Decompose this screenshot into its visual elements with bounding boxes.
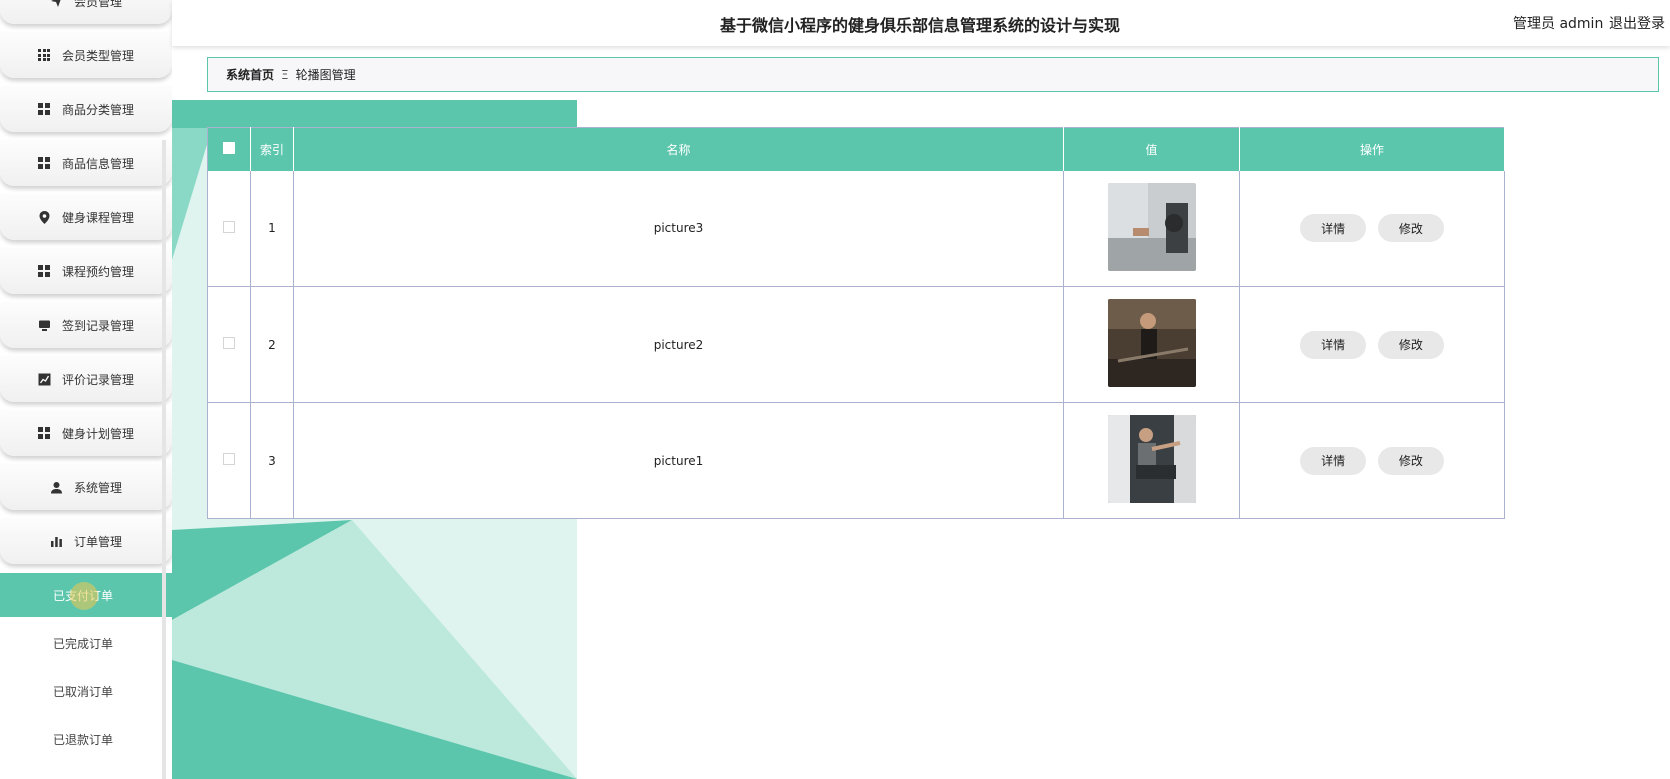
row-checkbox[interactable] <box>223 337 235 349</box>
sidebar-item-label: 健身课程管理 <box>61 210 134 225</box>
row-check-cell <box>207 402 251 519</box>
sidebar-item-label: 健身计划管理 <box>61 426 134 441</box>
grid-icon <box>38 49 51 62</box>
sidebar-item-label: 会员类型管理 <box>61 48 134 63</box>
sidebar-item-checkin[interactable]: 签到记录管理 <box>0 302 172 348</box>
map-pin-icon <box>38 210 51 224</box>
select-all-cell <box>207 127 251 171</box>
logout-link[interactable]: 退出登录 <box>1609 13 1665 33</box>
grid-icon <box>38 427 51 440</box>
column-header-actions: 操作 <box>1239 127 1505 171</box>
row-value-cell <box>1063 286 1240 403</box>
sidebar-item-review[interactable]: 评价记录管理 <box>0 356 172 402</box>
current-user: 管理员 admin <box>1513 16 1604 32</box>
row-name: picture3 <box>293 170 1064 287</box>
paper-plane-icon <box>50 0 63 8</box>
bar-chart-icon <box>50 535 63 548</box>
sidebar-item-system[interactable]: 系统管理 <box>0 464 172 510</box>
row-actions: 详情 修改 <box>1239 402 1505 519</box>
sidebar-item-label: 会员管理 <box>73 0 122 9</box>
edit-button[interactable]: 修改 <box>1377 330 1444 359</box>
cursor-highlight <box>70 582 98 610</box>
grid-icon <box>38 265 51 278</box>
edit-button[interactable]: 修改 <box>1377 446 1444 475</box>
gym-photo-thumbnail <box>1107 299 1196 387</box>
detail-button[interactable]: 详情 <box>1300 446 1367 475</box>
sidebar-item-label: 商品分类管理 <box>61 102 134 117</box>
column-header-value: 值 <box>1063 127 1240 171</box>
table-row: 1 picture3 详情 修改 <box>207 170 1505 287</box>
sidebar-item-product-category[interactable]: 商品分类管理 <box>0 86 172 132</box>
gym-photo-thumbnail <box>1107 182 1196 271</box>
grid-icon <box>38 157 51 170</box>
sidebar: 会员管理 会员类型管理 商品分类管理 商品信息管理 健身课程管理 课程预约管理 <box>0 0 172 779</box>
breadcrumb-home[interactable]: 系统首页 <box>226 66 274 83</box>
breadcrumb-separator: Ξ <box>281 67 289 82</box>
sidebar-item-label: 商品信息管理 <box>61 156 134 171</box>
page-title: 基于微信小程序的健身俱乐部信息管理系统的设计与实现 <box>720 16 1121 35</box>
sidebar-sub-item-label: 已退款订单 <box>53 732 114 747</box>
sidebar-item-label: 订单管理 <box>73 534 122 549</box>
sidebar-item-member[interactable]: 会员管理 <box>0 0 172 24</box>
column-header-index: 索引 <box>250 127 294 171</box>
line-chart-icon <box>38 373 51 386</box>
grid-icon <box>38 103 51 116</box>
row-value-cell <box>1063 170 1240 287</box>
monitor-icon <box>38 319 51 332</box>
sidebar-item-product-info[interactable]: 商品信息管理 <box>0 140 172 186</box>
sidebar-item-label: 课程预约管理 <box>61 264 134 279</box>
carousel-table: 索引 名称 值 操作 1 picture3 详情 修改 2 picture2 详… <box>207 127 1505 519</box>
table-row: 2 picture2 详情 修改 <box>207 286 1505 403</box>
row-value-cell <box>1063 402 1240 519</box>
sidebar-sub-item-label: 已完成订单 <box>53 636 114 651</box>
table-header-row: 索引 名称 值 操作 <box>207 127 1505 171</box>
row-actions: 详情 修改 <box>1239 170 1505 287</box>
user-icon <box>50 481 63 494</box>
sidebar-item-label: 评价记录管理 <box>61 372 134 387</box>
row-name: picture2 <box>293 286 1064 403</box>
sidebar-item-course[interactable]: 健身课程管理 <box>0 194 172 240</box>
row-check-cell <box>207 286 251 403</box>
column-header-name: 名称 <box>293 127 1064 171</box>
sidebar-item-label: 签到记录管理 <box>61 318 134 333</box>
edit-button[interactable]: 修改 <box>1377 214 1444 243</box>
top-header: 基于微信小程序的健身俱乐部信息管理系统的设计与实现 管理员 admin 退出登录 <box>172 0 1670 46</box>
row-index: 2 <box>250 286 294 403</box>
row-index: 1 <box>250 170 294 287</box>
row-actions: 详情 修改 <box>1239 286 1505 403</box>
row-index: 3 <box>250 402 294 519</box>
sidebar-item-course-booking[interactable]: 课程预约管理 <box>0 248 172 294</box>
breadcrumb: 系统首页 Ξ 轮播图管理 <box>207 57 1659 92</box>
sidebar-scrollbar[interactable] <box>162 140 166 779</box>
gym-photo-thumbnail <box>1107 415 1196 503</box>
detail-button[interactable]: 详情 <box>1300 330 1367 359</box>
breadcrumb-current: 轮播图管理 <box>295 68 356 82</box>
sidebar-sub-item-completed-orders[interactable]: 已完成订单 <box>0 621 172 665</box>
row-checkbox[interactable] <box>223 453 235 465</box>
detail-button[interactable]: 详情 <box>1300 214 1367 243</box>
sidebar-item-member-type[interactable]: 会员类型管理 <box>0 32 172 78</box>
row-checkbox[interactable] <box>223 220 235 233</box>
sidebar-sub-item-label: 已取消订单 <box>53 684 114 699</box>
sidebar-item-fitness-plan[interactable]: 健身计划管理 <box>0 410 172 456</box>
select-all-checkbox[interactable] <box>223 141 235 154</box>
row-name: picture1 <box>293 402 1064 519</box>
sidebar-sub-item-refunded-orders[interactable]: 已退款订单 <box>0 717 172 761</box>
table-row: 3 picture1 详情 修改 <box>207 402 1505 519</box>
sidebar-sub-item-cancelled-orders[interactable]: 已取消订单 <box>0 669 172 713</box>
sidebar-item-label: 系统管理 <box>73 480 122 495</box>
sidebar-item-orders[interactable]: 订单管理 <box>0 518 172 564</box>
row-check-cell <box>207 170 251 287</box>
